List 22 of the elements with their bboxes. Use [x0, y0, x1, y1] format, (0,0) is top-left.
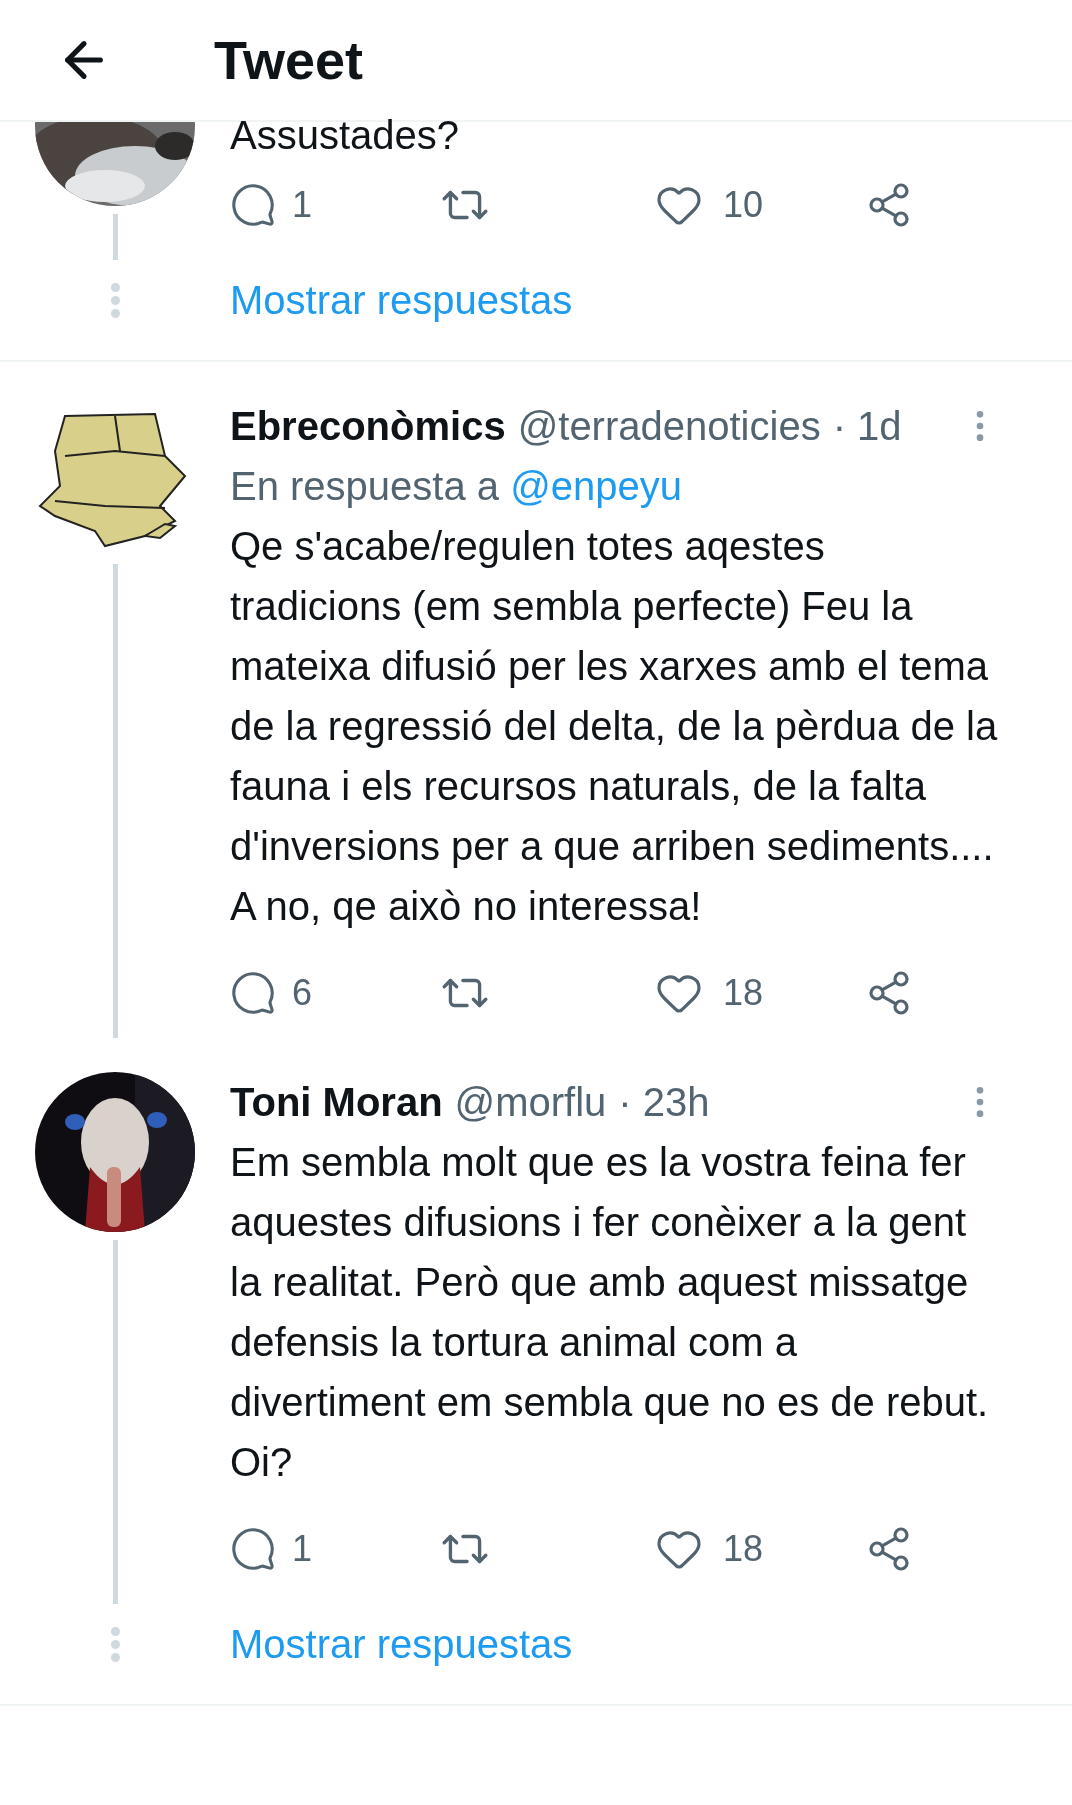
reply-count: 1	[292, 1527, 313, 1571]
dots-icon	[110, 1626, 120, 1662]
reply-count: 6	[292, 971, 313, 1015]
reply-count: 1	[292, 183, 313, 227]
reply-icon[interactable]	[230, 970, 276, 1016]
tweet-text: Assustades?	[230, 120, 461, 150]
dots-icon	[110, 282, 120, 318]
author-name[interactable]: Toni Moran	[230, 1072, 443, 1132]
author-handle[interactable]: @morflu	[454, 1072, 607, 1132]
reply-icon[interactable]	[230, 1526, 276, 1572]
reply-icon[interactable]	[230, 182, 276, 228]
author-handle[interactable]: @terradenoticies	[517, 396, 821, 456]
like-count: 18	[723, 971, 764, 1015]
tweet-text: Qe s'acabe/regulen totes aqestes tradicions (em sembla perfecte) Feu la mateixa difusió per les xarxes amb el tema de la regressió del delta, de la pèrdua de la fauna i els recursos naturals, de la falta d'inversions per a que arriben sediments.... A no, qe això no interessa!	[230, 523, 999, 930]
like-count: 18	[723, 1527, 764, 1571]
reply-context: En respuesta a @enpeyu	[230, 463, 684, 510]
tweet-time: · 1d	[832, 403, 902, 450]
like-count: 10	[723, 183, 764, 227]
tweet-text: Em sembla molt que es la vostra feina fer aquestes difusions i fer conèixer a la gent la realitat. Però que amb aquest missatge defensis la tortura animal com a divertiment em sembla que no es de rebut. Oi?	[230, 1139, 990, 1486]
author-name[interactable]: Ebreconòmics	[230, 396, 506, 456]
tweet-time: · 23h	[618, 1079, 710, 1126]
header-title: Tweet	[214, 28, 364, 92]
